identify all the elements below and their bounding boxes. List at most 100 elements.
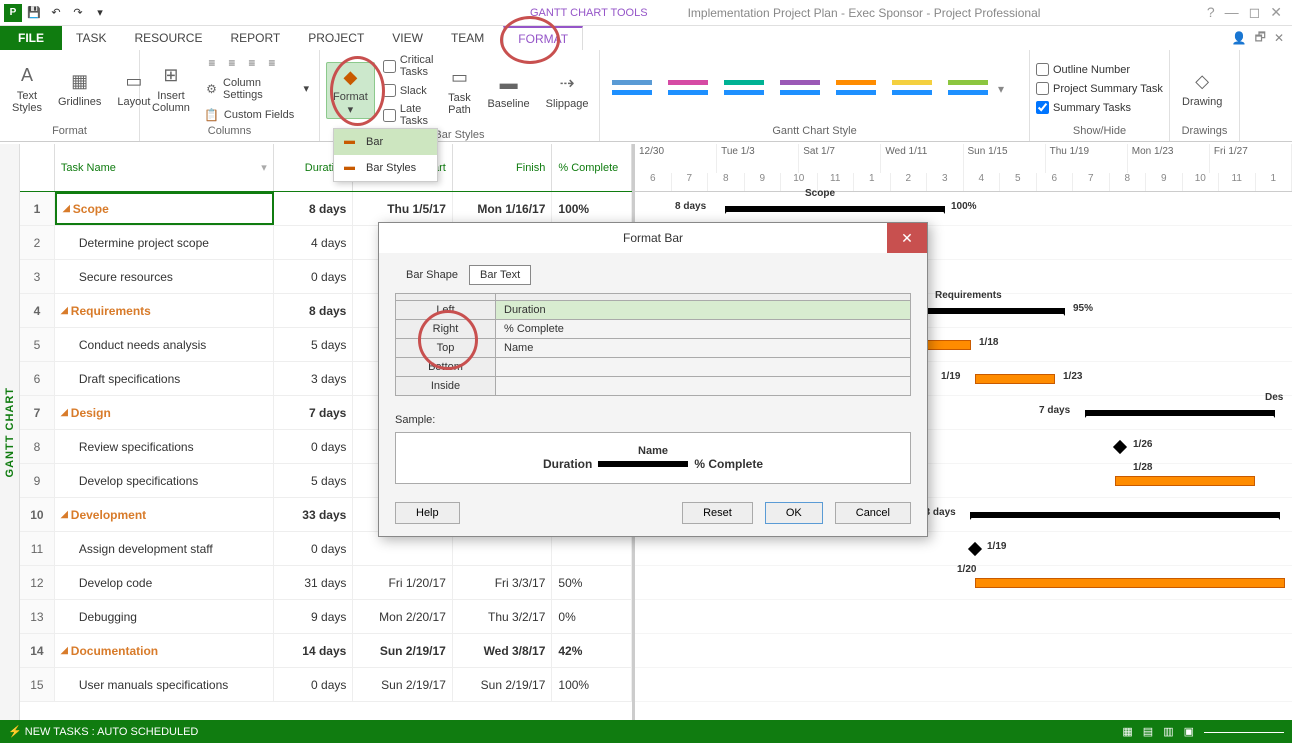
group-columns-label: Columns xyxy=(146,125,313,139)
bartext-val[interactable]: Duration xyxy=(496,301,911,320)
bar-text-table: LeftDurationRight% CompleteTopNameBottom… xyxy=(395,293,911,396)
style-swatch-5[interactable] xyxy=(832,74,880,104)
bartext-pos: Left xyxy=(396,301,496,320)
custom-fields-button[interactable]: 📋Custom Fields xyxy=(200,105,313,125)
sidebar-label: GANTT CHART xyxy=(0,144,20,720)
style-swatch-1[interactable] xyxy=(608,74,656,104)
dialog-close-button[interactable]: ✕ xyxy=(887,223,927,253)
baseline-button[interactable]: ▬Baseline xyxy=(481,70,535,112)
schedule-mode-icon: ⚡ xyxy=(8,725,22,738)
style-swatch-3[interactable] xyxy=(720,74,768,104)
ok-button[interactable]: OK xyxy=(765,502,823,524)
restore-window-icon[interactable]: 🗗 xyxy=(1255,28,1266,49)
header-pct[interactable]: % Complete xyxy=(552,144,632,191)
bartext-val[interactable]: Name xyxy=(496,339,911,358)
help-icon[interactable]: ? xyxy=(1207,4,1215,21)
ribbon: AText Styles ▦Gridlines ▭Layout Format ⊞… xyxy=(0,50,1292,142)
minimize-icon[interactable]: — xyxy=(1225,4,1239,21)
cancel-button[interactable]: Cancel xyxy=(835,502,911,524)
undo-icon[interactable]: ↶ xyxy=(46,3,66,23)
qat-customize-icon[interactable]: ▾ xyxy=(90,3,110,23)
summary-tasks-check[interactable]: Summary Tasks xyxy=(1036,99,1131,116)
menu-item-bar[interactable]: ▬Bar xyxy=(334,129,437,155)
project-summary-check[interactable]: Project Summary Task xyxy=(1036,80,1163,97)
gridlines-button[interactable]: ▦Gridlines xyxy=(52,68,107,110)
task-row[interactable]: 13 Debugging 9 days Mon 2/20/17 Thu 3/2/… xyxy=(20,600,632,634)
reset-button[interactable]: Reset xyxy=(682,502,753,524)
text-styles-button[interactable]: AText Styles xyxy=(6,62,48,116)
sample-label: Sample: xyxy=(395,414,911,426)
style-swatch-7[interactable] xyxy=(944,74,992,104)
dialog-tab-bartext[interactable]: Bar Text xyxy=(469,265,531,285)
slippage-button[interactable]: ⇢Slippage xyxy=(540,70,595,112)
header-finish[interactable]: Finish xyxy=(453,144,553,191)
tab-view[interactable]: VIEW xyxy=(378,26,437,50)
sample-preview: Name Duration % Complete xyxy=(395,432,911,484)
critical-tasks-check[interactable]: Critical Tasks xyxy=(379,52,438,80)
style-swatch-6[interactable] xyxy=(888,74,936,104)
grid-header: Task Name▾ Duration Start Finish % Compl… xyxy=(20,144,632,192)
view-shortcut-3[interactable]: ▥ xyxy=(1163,725,1173,738)
column-settings-button[interactable]: ⚙Column Settings ▾ xyxy=(200,75,313,103)
tab-file[interactable]: FILE xyxy=(0,26,62,50)
bartext-pos: Top xyxy=(396,339,496,358)
view-shortcut-2[interactable]: ▤ xyxy=(1143,725,1153,738)
format-bar-dialog: Format Bar ✕ Bar Shape Bar Text LeftDura… xyxy=(378,222,928,537)
dialog-tab-barshape[interactable]: Bar Shape xyxy=(395,265,469,285)
slack-check[interactable]: Slack xyxy=(379,82,438,99)
zoom-out[interactable] xyxy=(1204,732,1284,733)
bartext-val[interactable] xyxy=(496,377,911,396)
group-ganttstyle-label: Gantt Chart Style xyxy=(606,125,1023,139)
task-row[interactable]: 12 Develop code 31 days Fri 1/20/17 Fri … xyxy=(20,566,632,600)
format-button[interactable]: ◆Format▾ xyxy=(326,62,375,119)
task-row[interactable]: 11 Assign development staff 0 days xyxy=(20,532,632,566)
maximize-icon[interactable]: ◻ xyxy=(1249,4,1261,21)
header-rownum[interactable] xyxy=(20,144,55,191)
tab-report[interactable]: REPORT xyxy=(216,26,294,50)
tab-task[interactable]: TASK xyxy=(62,26,120,50)
late-tasks-check[interactable]: Late Tasks xyxy=(379,101,438,129)
task-path-button[interactable]: ▭Task Path xyxy=(441,64,477,118)
statusbar: ⚡ NEW TASKS : AUTO SCHEDULED ▦ ▤ ▥ ▣ xyxy=(0,720,1292,743)
task-row[interactable]: 15 User manuals specifications 0 days Su… xyxy=(20,668,632,702)
tab-resource[interactable]: RESOURCE xyxy=(120,26,216,50)
bartext-val[interactable] xyxy=(496,358,911,377)
bartext-pos: Inside xyxy=(396,377,496,396)
redo-icon[interactable]: ↷ xyxy=(68,3,88,23)
bartext-val[interactable]: % Complete xyxy=(496,320,911,339)
gantt-style-gallery[interactable]: ▾ xyxy=(606,52,1023,125)
tab-format[interactable]: FORMAT xyxy=(503,26,583,50)
group-showhide-label: Show/Hide xyxy=(1036,125,1163,139)
view-shortcut-1[interactable]: ▦ xyxy=(1122,725,1132,738)
insert-column-button[interactable]: ⊞Insert Column xyxy=(146,62,196,116)
tab-project[interactable]: PROJECT xyxy=(294,26,378,50)
bartext-pos: Right xyxy=(396,320,496,339)
status-text: NEW TASKS : AUTO SCHEDULED xyxy=(25,726,199,738)
ribbon-tabs: FILE TASK RESOURCE REPORT PROJECT VIEW T… xyxy=(0,26,1292,50)
format-dropdown-menu: ▬Bar ▬Bar Styles xyxy=(333,128,438,182)
view-shortcut-4[interactable]: ▣ xyxy=(1184,725,1194,738)
header-taskname[interactable]: Task Name▾ xyxy=(55,144,274,191)
bartext-pos: Bottom xyxy=(396,358,496,377)
style-swatch-2[interactable] xyxy=(664,74,712,104)
close-subwindow-icon[interactable]: ✕ xyxy=(1274,31,1284,45)
contextual-tab-group: GANTT CHART TOOLS xyxy=(530,7,648,19)
group-drawings-label: Drawings xyxy=(1176,125,1233,139)
tab-team[interactable]: TEAM xyxy=(437,26,498,50)
menu-item-bar-styles[interactable]: ▬Bar Styles xyxy=(334,155,437,181)
window-title: Implementation Project Plan - Exec Spons… xyxy=(688,6,1041,20)
task-row[interactable]: 14 ◢Documentation 14 days Sun 2/19/17 We… xyxy=(20,634,632,668)
help-button[interactable]: Help xyxy=(395,502,460,524)
gantt-timescale: 12/30Tue 1/3Sat 1/7Wed 1/11Sun 1/15Thu 1… xyxy=(635,144,1292,192)
outline-number-check[interactable]: Outline Number xyxy=(1036,61,1130,78)
close-icon[interactable]: ✕ xyxy=(1270,4,1282,21)
style-gallery-more-icon[interactable]: ▾ xyxy=(998,82,1004,96)
titlebar: P 💾 ↶ ↷ ▾ GANTT CHART TOOLS Implementati… xyxy=(0,0,1292,26)
user-icon[interactable]: 👤 xyxy=(1232,31,1247,45)
save-icon[interactable]: 💾 xyxy=(24,3,44,23)
style-swatch-4[interactable] xyxy=(776,74,824,104)
align-buttons[interactable]: ≡≡≡≡ xyxy=(200,53,313,73)
group-format-label: Format xyxy=(6,125,133,139)
task-row[interactable]: 1 ◢Scope 8 days Thu 1/5/17 Mon 1/16/17 1… xyxy=(20,192,632,226)
drawing-button[interactable]: ◇Drawing xyxy=(1176,68,1228,110)
